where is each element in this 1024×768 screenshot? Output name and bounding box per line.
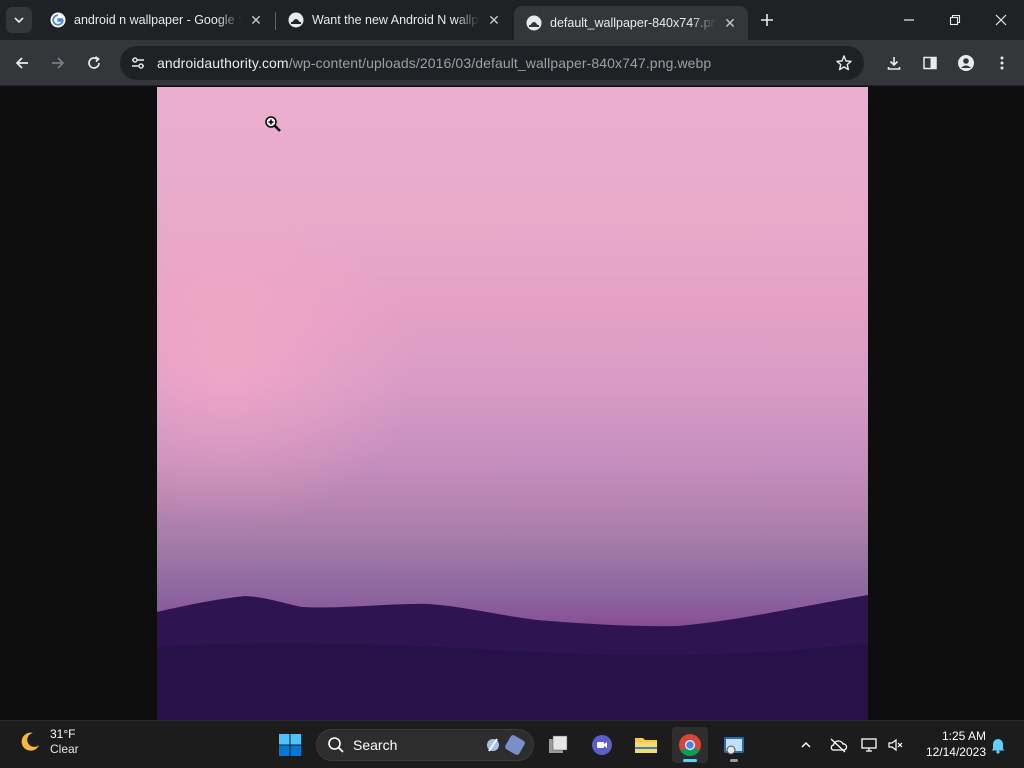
side-panel-icon — [923, 56, 937, 70]
minimize-button[interactable] — [886, 0, 932, 40]
forward-button[interactable] — [42, 47, 74, 79]
speaker-muted-icon — [888, 738, 903, 752]
close-tab-icon[interactable]: ✕ — [720, 13, 740, 33]
snipping-tool-icon — [724, 737, 744, 755]
tab-google-search[interactable]: android n wallpaper - Google Search ✕ — [38, 0, 274, 40]
chrome-icon — [679, 734, 701, 756]
restore-button[interactable] — [932, 0, 978, 40]
zoom-in-icon — [265, 116, 281, 132]
download-icon — [887, 57, 901, 70]
android-authority-icon — [288, 12, 304, 28]
downloads-button[interactable] — [878, 47, 910, 79]
weather-temperature: 31°F — [50, 727, 76, 741]
minimize-icon — [904, 19, 914, 21]
chrome-taskbar-button[interactable] — [672, 727, 708, 763]
chevron-up-icon — [801, 741, 811, 748]
task-view-icon — [549, 735, 568, 753]
plus-icon — [761, 14, 773, 26]
windows-logo-icon — [279, 734, 301, 756]
more-vert-icon — [1000, 56, 1004, 70]
reload-icon — [88, 56, 100, 69]
volume-button[interactable] — [884, 733, 908, 757]
weather-condition: Clear — [50, 742, 79, 756]
moon-icon — [21, 732, 39, 751]
wallpaper-image[interactable] — [157, 87, 868, 720]
reload-button[interactable] — [78, 47, 110, 79]
teams-chat-button[interactable] — [584, 727, 620, 763]
tab-strip: android n wallpaper - Google Search ✕ Wa… — [0, 0, 1024, 40]
bell-icon — [991, 739, 1005, 754]
task-view-button[interactable] — [540, 727, 576, 763]
browser-toolbar: androidauthority.com/wp-content/uploads/… — [0, 40, 1024, 86]
page-content — [0, 87, 1024, 720]
tab-title: default_wallpaper-840x747.png.webp — [550, 16, 716, 30]
folder-icon — [635, 738, 657, 753]
restore-icon — [949, 14, 961, 26]
active-app-indicator — [683, 759, 697, 762]
taskbar-search[interactable]: Search — [316, 729, 534, 761]
start-button[interactable] — [272, 727, 308, 763]
mountain-silhouette — [157, 595, 868, 720]
file-explorer-button[interactable] — [628, 727, 664, 763]
back-button[interactable] — [6, 47, 38, 79]
menu-button[interactable] — [986, 47, 1018, 79]
display-button[interactable] — [858, 733, 882, 757]
tab-wallpaper-image[interactable]: default_wallpaper-840x747.png.webp ✕ — [514, 6, 748, 40]
address-bar[interactable]: androidauthority.com/wp-content/uploads/… — [120, 46, 864, 80]
site-info-icon[interactable] — [126, 51, 150, 75]
chevron-down-icon — [14, 17, 24, 24]
url-host: androidauthority.com — [157, 55, 289, 71]
cloud-offline-icon — [830, 738, 848, 753]
close-icon — [995, 14, 1007, 26]
clock-date: 12/14/2023 — [925, 745, 986, 759]
url-text[interactable]: androidauthority.com/wp-content/uploads/… — [157, 55, 711, 71]
bookmark-star-icon[interactable] — [832, 51, 856, 75]
google-icon — [50, 12, 66, 28]
video-chat-icon — [592, 735, 612, 755]
search-label: Search — [353, 737, 398, 753]
arrow-right-icon — [52, 57, 65, 69]
onedrive-button[interactable] — [826, 733, 850, 757]
windows-taskbar: 31°F Clear Search 1:25 AM 12/14/2023 — [0, 720, 1024, 768]
show-hidden-icons-button[interactable] — [794, 733, 818, 757]
search-highlight-icon — [487, 735, 525, 755]
running-app-indicator — [730, 759, 738, 762]
snipping-tool-button[interactable] — [716, 727, 752, 763]
weather-widget[interactable]: 31°F Clear — [18, 727, 79, 757]
system-clock[interactable]: 1:25 AM 12/14/2023 — [912, 728, 986, 760]
tab-title: Want the new Android N wallpaper — [312, 13, 480, 27]
android-authority-icon — [526, 15, 542, 31]
close-window-button[interactable] — [978, 0, 1024, 40]
arrow-left-icon — [15, 57, 28, 69]
new-tab-button[interactable] — [755, 8, 779, 32]
tab-title: android n wallpaper - Google Search — [74, 13, 242, 27]
tab-search-button[interactable] — [6, 7, 32, 33]
monitor-icon — [861, 738, 877, 752]
clock-time: 1:25 AM — [941, 729, 986, 743]
profile-icon — [958, 55, 974, 71]
search-icon — [328, 737, 344, 753]
close-tab-icon[interactable]: ✕ — [246, 10, 266, 30]
side-panel-button[interactable] — [914, 47, 946, 79]
profile-button[interactable] — [950, 47, 982, 79]
notifications-button[interactable] — [986, 733, 1010, 757]
url-path: /wp-content/uploads/2016/03/default_wall… — [288, 55, 712, 71]
close-tab-icon[interactable]: ✕ — [484, 10, 504, 30]
tab-android-n-article[interactable]: Want the new Android N wallpaper ✕ — [276, 0, 512, 40]
